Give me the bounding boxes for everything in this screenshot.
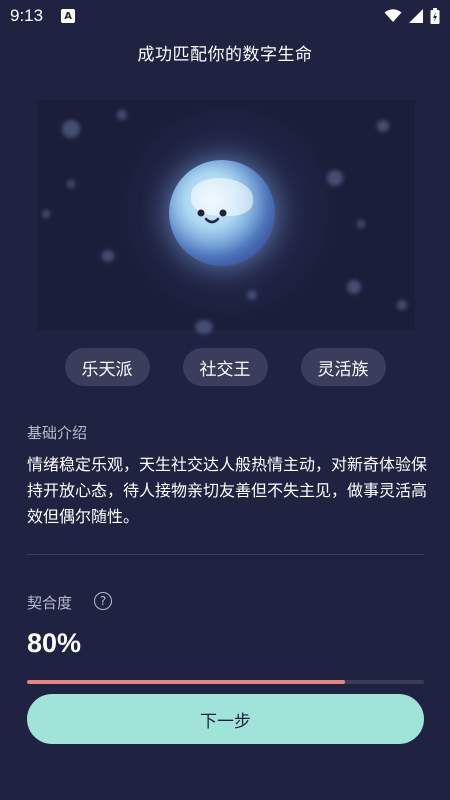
tag-social: 社交王 bbox=[182, 348, 268, 386]
help-icon[interactable]: ? bbox=[94, 592, 112, 610]
signal-icon bbox=[409, 9, 423, 23]
next-button[interactable]: 下一步 bbox=[27, 694, 424, 744]
page-title: 成功匹配你的数字生命 bbox=[137, 45, 313, 65]
status-icons bbox=[384, 8, 440, 24]
match-progress-bar bbox=[27, 680, 424, 684]
match-percent: 80% bbox=[27, 628, 82, 658]
status-time: 9:13 bbox=[10, 6, 44, 25]
orb-character bbox=[169, 160, 275, 266]
notification-icon: A bbox=[61, 9, 76, 23]
tag-optimist: 乐天派 bbox=[64, 348, 150, 386]
tag-flexible: 灵活族 bbox=[300, 348, 386, 386]
match-progress-fill bbox=[27, 680, 345, 684]
wifi-icon bbox=[384, 9, 402, 22]
intro-text: 情绪稳定乐观，天生社交达人般热情主动，对新奇体验保持开放心态，待人接物亲切友善但… bbox=[27, 455, 428, 526]
intro-label: 基础介绍 bbox=[27, 424, 88, 442]
smiley-face-icon bbox=[197, 209, 227, 224]
divider bbox=[27, 554, 424, 555]
personality-tags: 乐天派 社交王 灵活族 bbox=[0, 348, 450, 386]
battery-icon bbox=[430, 8, 440, 24]
status-bar: 9:13 A bbox=[0, 0, 450, 32]
digital-life-illustration bbox=[37, 100, 415, 334]
match-label: 契合度 bbox=[27, 594, 73, 612]
